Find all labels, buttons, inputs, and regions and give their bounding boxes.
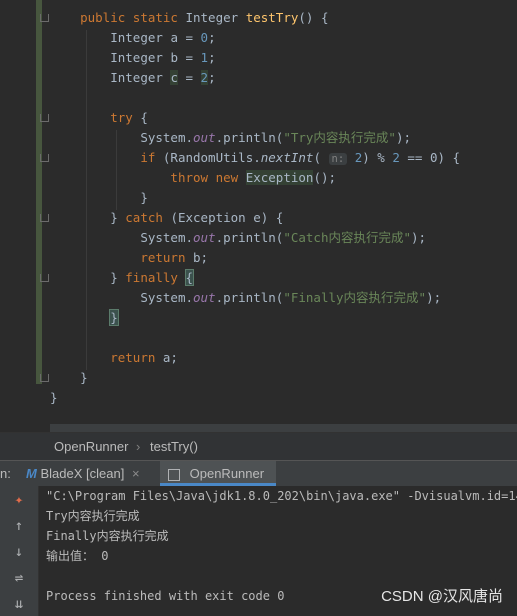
horizontal-scrollbar[interactable] xyxy=(50,424,517,432)
code-line: } xyxy=(80,370,88,385)
fold-icon[interactable] xyxy=(40,274,48,284)
code-line: return a; xyxy=(110,350,178,365)
fold-icon[interactable] xyxy=(40,114,48,124)
code-line: } catch (Exception e) { xyxy=(110,210,284,225)
code-line: Integer a = 0; xyxy=(110,30,216,45)
rerun-icon[interactable]: ✦ xyxy=(10,491,28,509)
run-label: n: xyxy=(0,466,11,481)
tab-bladex-label: BladeX [clean] xyxy=(40,466,125,481)
console-line: Process finished with exit code 0 xyxy=(46,589,285,603)
console-tab-icon xyxy=(168,468,180,481)
tab-bladex[interactable]: M BladeX [clean] × xyxy=(26,461,156,486)
code-line: if (RandomUtils.nextInt( n: 2) % 2 == 0)… xyxy=(140,150,461,165)
tab-openrunner-label: OpenRunner xyxy=(189,466,265,481)
code-line: return b; xyxy=(140,250,209,265)
code-line: System.out.println("Catch内容执行完成"); xyxy=(140,230,427,245)
scroll-to-end-icon[interactable]: ⇊ xyxy=(10,595,28,613)
code-line: } xyxy=(50,390,58,405)
fold-icon[interactable] xyxy=(40,154,48,164)
console-line: 输出值： 0 xyxy=(46,549,109,563)
code-line: System.out.println("Finally内容执行完成"); xyxy=(140,290,442,305)
run-config-icon: M xyxy=(26,466,37,481)
code-editor[interactable]: public static Integer testTry() { Intege… xyxy=(0,0,517,424)
fold-icon[interactable] xyxy=(40,14,48,24)
tab-openrunner[interactable]: OpenRunner × xyxy=(160,461,276,506)
run-tab-bar: n: M BladeX [clean] × OpenRunner × xyxy=(0,460,517,506)
fold-icon[interactable] xyxy=(40,214,48,224)
change-marker-strip xyxy=(36,0,42,384)
console-toolbar: ✦ ↑ ↓ ⇌ ⇊ xyxy=(0,486,39,616)
code-line: } xyxy=(109,309,119,326)
console-line: Finally内容执行完成 xyxy=(46,529,169,543)
arrow-down-icon[interactable]: ↓ xyxy=(10,543,28,561)
console-line: "C:\Program Files\Java\jdk1.8.0_202\bin\… xyxy=(46,489,517,503)
code-line: System.out.println("Try内容执行完成"); xyxy=(140,130,412,145)
code-line: } finally { xyxy=(110,269,194,286)
console-line: Try内容执行完成 xyxy=(46,509,140,523)
arrow-up-icon[interactable]: ↑ xyxy=(10,517,28,535)
breadcrumb-method[interactable]: testTry() xyxy=(150,439,198,454)
close-icon[interactable]: × xyxy=(132,466,140,481)
param-hint: n: xyxy=(328,153,348,165)
code-line: Integer c = 2; xyxy=(110,70,216,85)
code-line: try { xyxy=(110,110,148,125)
soft-wrap-icon[interactable]: ⇌ xyxy=(10,569,28,587)
code-line: public static Integer testTry() { xyxy=(80,10,329,25)
breadcrumb-separator: › xyxy=(136,439,141,454)
breadcrumb-class[interactable]: OpenRunner xyxy=(54,439,128,454)
fold-icon[interactable] xyxy=(40,374,48,384)
code-line: } xyxy=(140,190,148,205)
watermark: CSDN @汉风唐尚 xyxy=(381,588,503,605)
code-line: Integer b = 1; xyxy=(110,50,216,65)
code-line: throw new Exception(); xyxy=(170,170,337,185)
breadcrumb: OpenRunner › testTry() xyxy=(0,432,517,461)
